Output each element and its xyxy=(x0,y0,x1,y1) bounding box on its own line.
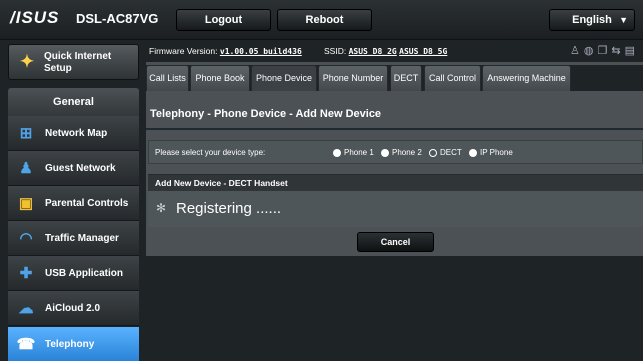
language-select[interactable]: English ▼ xyxy=(549,9,635,31)
tab-phone-book[interactable]: Phone Book xyxy=(190,65,250,91)
radio-ip-phone[interactable]: IP Phone xyxy=(469,148,513,157)
status-text: Registering ...... xyxy=(176,200,282,217)
logout-button[interactable]: Logout xyxy=(176,9,271,31)
sidebar: ✦ Quick Internet Setup General ⊞ Network… xyxy=(0,40,142,361)
radio-dect[interactable]: DECT xyxy=(429,148,462,157)
clients-icon[interactable]: ♙ xyxy=(570,45,584,57)
ssid-label: SSID: xyxy=(324,46,347,56)
sidebar-item-aicloud[interactable]: ☁ AiCloud 2.0 xyxy=(8,291,139,326)
sidebar-item-label: Telephony xyxy=(45,339,95,350)
content-area: Telephony - Phone Device - Add New Devic… xyxy=(146,91,643,361)
router-admin-page: /ISUS DSL-AC87VG Logout Reboot English ▼… xyxy=(0,0,643,361)
model-name: DSL-AC87VG xyxy=(76,11,159,26)
usb-icon[interactable]: ⇆ xyxy=(611,45,624,57)
language-value: English xyxy=(572,14,612,26)
tab-phone-number[interactable]: Phone Number xyxy=(318,65,388,91)
sidebar-item-label: AiCloud 2.0 xyxy=(45,303,101,314)
sidebar-item-telephony[interactable]: ☎ Telephony xyxy=(8,327,139,361)
guest-network-icon: ♟ xyxy=(19,160,33,177)
chevron-down-icon: ▼ xyxy=(619,15,628,25)
title-divider xyxy=(146,128,643,130)
firmware-info-bar: Firmware Version: v1.00.05_build436 SSID… xyxy=(146,40,643,62)
firmware-version-link[interactable]: v1.00.05_build436 xyxy=(220,47,302,56)
phone-icon: ☎ xyxy=(16,336,36,353)
network-map-icon: ⊞ xyxy=(19,125,33,142)
device-type-row: Please select your device type: Phone 1 … xyxy=(148,140,643,164)
registration-status-row: ✻ Registering ...... xyxy=(148,191,643,227)
quick-setup-label-line1: Quick Internet xyxy=(44,51,112,62)
top-bar: /ISUS DSL-AC87VG Logout Reboot English ▼ xyxy=(0,0,643,40)
globe-icon[interactable]: ◍ xyxy=(584,45,598,57)
storage-icon[interactable]: ▤ xyxy=(625,45,639,57)
firmware-info: Firmware Version: v1.00.05_build436 xyxy=(149,40,302,63)
radio-label: DECT xyxy=(440,148,462,157)
ssid-5g-link[interactable]: ASUS_D8_5G xyxy=(399,47,447,56)
sidebar-item-parental-controls[interactable]: ▣ Parental Controls xyxy=(8,186,139,221)
page-title: Telephony - Phone Device - Add New Devic… xyxy=(150,108,382,120)
spinner-icon: ✻ xyxy=(156,201,167,215)
radio-phone-1[interactable]: Phone 1 xyxy=(333,148,374,157)
empty-area xyxy=(146,256,643,361)
quick-setup-label: Quick Internet Setup xyxy=(44,51,111,75)
radio-dot-selected xyxy=(429,148,437,157)
tab-answering-machine[interactable]: Answering Machine xyxy=(482,65,571,91)
sidebar-item-network-map[interactable]: ⊞ Network Map xyxy=(8,116,139,151)
radio-label: IP Phone xyxy=(480,148,513,157)
sidebar-item-guest-network[interactable]: ♟ Guest Network xyxy=(8,151,139,186)
lock-icon: ▣ xyxy=(18,195,34,212)
ssid-2g-link[interactable]: ASUS_D8_2G xyxy=(349,47,397,56)
copy-icon[interactable]: ❐ xyxy=(598,45,612,57)
sidebar-section-general: General xyxy=(8,88,139,116)
sidebar-item-label: USB Application xyxy=(45,268,123,279)
tab-call-control[interactable]: Call Control xyxy=(424,65,481,91)
tab-call-lists[interactable]: Call Lists xyxy=(146,65,189,91)
radio-label: Phone 2 xyxy=(392,148,422,157)
tab-dect[interactable]: DECT xyxy=(390,65,422,91)
sidebar-item-label: Traffic Manager xyxy=(45,233,119,244)
sidebar-item-label: Guest Network xyxy=(45,163,116,174)
status-icons: ♙◍❐⇆▤ xyxy=(570,40,639,62)
tab-bar: Call Lists Phone Book Phone Device Phone… xyxy=(146,65,643,91)
cloud-icon: ☁ xyxy=(18,300,34,317)
radio-dot xyxy=(333,148,341,157)
radio-phone-2[interactable]: Phone 2 xyxy=(381,148,422,157)
quick-internet-setup-button[interactable]: ✦ Quick Internet Setup xyxy=(8,44,139,80)
puzzle-icon: ✚ xyxy=(19,265,33,282)
device-type-label: Please select your device type: xyxy=(155,148,266,157)
asus-logo: /ISUS xyxy=(10,8,60,27)
reboot-button[interactable]: Reboot xyxy=(277,9,372,31)
main-panel: Firmware Version: v1.00.05_build436 SSID… xyxy=(146,40,643,361)
section-header: Add New Device - DECT Handset xyxy=(148,174,643,191)
sidebar-item-usb-application[interactable]: ✚ USB Application xyxy=(8,256,139,291)
tab-phone-device[interactable]: Phone Device xyxy=(251,65,317,91)
wand-icon: ✦ xyxy=(19,52,35,71)
firmware-label: Firmware Version: xyxy=(149,46,218,56)
sidebar-item-traffic-manager[interactable]: ◠ Traffic Manager xyxy=(8,221,139,256)
sidebar-item-label: Parental Controls xyxy=(45,198,129,209)
speedometer-icon: ◠ xyxy=(19,230,33,247)
radio-dot xyxy=(381,148,389,157)
radio-label: Phone 1 xyxy=(344,148,374,157)
sidebar-item-label: Network Map xyxy=(45,128,108,139)
radio-dot xyxy=(469,148,477,157)
cancel-button[interactable]: Cancel xyxy=(357,232,434,252)
quick-setup-label-line2: Setup xyxy=(44,63,72,74)
ssid-info: SSID: ASUS_D8_2G ASUS_D8_5G xyxy=(324,40,447,63)
